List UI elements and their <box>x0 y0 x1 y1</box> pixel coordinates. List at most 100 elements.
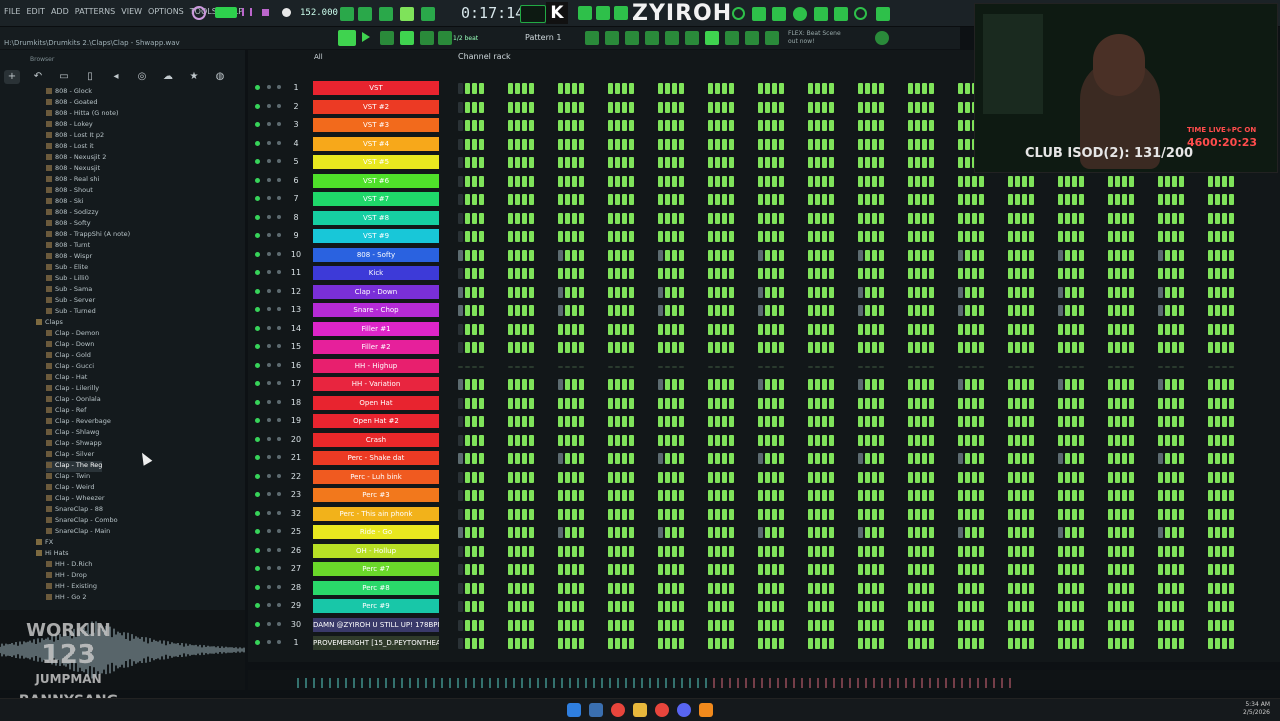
step-button[interactable] <box>522 365 527 368</box>
step-button[interactable] <box>1072 471 1077 483</box>
step-button[interactable] <box>579 416 584 427</box>
step-button[interactable] <box>1008 434 1013 446</box>
step-button[interactable] <box>1029 231 1034 242</box>
step-button[interactable] <box>515 323 520 335</box>
step-button[interactable] <box>615 582 620 594</box>
channel-mute-led[interactable] <box>255 307 260 312</box>
step-button[interactable] <box>679 231 684 242</box>
step-button[interactable] <box>1115 194 1120 205</box>
step-button[interactable] <box>565 120 570 131</box>
step-button[interactable] <box>872 471 877 483</box>
step-button[interactable] <box>479 342 484 353</box>
step-button[interactable] <box>779 527 784 538</box>
mixer-view-icon[interactable] <box>585 31 599 45</box>
step-button[interactable] <box>822 249 827 261</box>
step-button[interactable] <box>672 379 677 390</box>
step-button[interactable] <box>1172 175 1177 187</box>
step-button[interactable] <box>672 305 677 316</box>
step-button[interactable] <box>872 286 877 298</box>
step-button[interactable] <box>829 342 834 353</box>
step-button[interactable] <box>1179 194 1184 205</box>
record-icon[interactable] <box>192 6 206 20</box>
stop-icon[interactable] <box>262 9 269 16</box>
step-button[interactable] <box>515 212 520 224</box>
step-button[interactable] <box>622 471 627 483</box>
step-button[interactable] <box>508 83 513 94</box>
channel-name-button[interactable]: VST #5 <box>313 155 439 169</box>
step-button[interactable] <box>1215 231 1220 242</box>
step-button[interactable] <box>565 416 570 427</box>
pan-knob[interactable] <box>277 196 281 200</box>
mixer-track-number[interactable]: 14 <box>288 324 304 333</box>
step-button[interactable] <box>465 249 470 261</box>
step-button[interactable] <box>665 323 670 335</box>
step-button[interactable] <box>629 527 634 538</box>
step-button[interactable] <box>972 545 977 557</box>
step-button[interactable] <box>1229 453 1234 464</box>
step-button[interactable] <box>765 342 770 353</box>
step-button[interactable] <box>1058 545 1063 557</box>
step-button[interactable] <box>915 471 920 483</box>
step-button[interactable] <box>1165 619 1170 631</box>
step-button[interactable] <box>765 138 770 150</box>
step-button[interactable] <box>615 175 620 187</box>
step-button[interactable] <box>922 379 927 390</box>
step-button[interactable] <box>722 120 727 131</box>
step-button[interactable] <box>608 508 613 520</box>
step-button[interactable] <box>972 582 977 594</box>
step-button[interactable] <box>1008 416 1013 427</box>
step-button[interactable] <box>1179 434 1184 446</box>
step-button[interactable] <box>1215 582 1220 594</box>
step-button[interactable] <box>1029 323 1034 335</box>
step-button[interactable] <box>758 582 763 594</box>
step-button[interactable] <box>1008 365 1013 368</box>
step-button[interactable] <box>1065 305 1070 316</box>
step-button[interactable] <box>572 397 577 409</box>
step-button[interactable] <box>872 564 877 575</box>
step-button[interactable] <box>658 83 663 94</box>
step-button[interactable] <box>1022 305 1027 316</box>
step-button[interactable] <box>1022 194 1027 205</box>
step-button[interactable] <box>629 601 634 612</box>
step-button[interactable] <box>1008 601 1013 612</box>
step-button[interactable] <box>908 365 913 368</box>
step-button[interactable] <box>579 490 584 501</box>
step-button[interactable] <box>829 453 834 464</box>
channel-mute-led[interactable] <box>255 196 260 201</box>
step-button[interactable] <box>472 175 477 187</box>
step-button[interactable] <box>1179 342 1184 353</box>
step-button[interactable] <box>1179 268 1184 279</box>
step-button[interactable] <box>615 249 620 261</box>
step-button[interactable] <box>479 434 484 446</box>
step-button[interactable] <box>672 365 677 368</box>
step-button[interactable] <box>972 508 977 520</box>
step-button[interactable] <box>529 194 534 205</box>
step-button[interactable] <box>558 342 563 353</box>
step-button[interactable] <box>1172 471 1177 483</box>
step-button[interactable] <box>522 564 527 575</box>
step-button[interactable] <box>1215 397 1220 409</box>
step-button[interactable] <box>879 397 884 409</box>
magnet-icon[interactable] <box>380 31 394 45</box>
step-button[interactable] <box>772 231 777 242</box>
channel-mute-led[interactable] <box>255 529 260 534</box>
step-button[interactable] <box>1179 582 1184 594</box>
channel-name-button[interactable]: Perc - Luh bink <box>313 469 439 484</box>
step-button[interactable] <box>608 342 613 353</box>
browser-file[interactable]: HH - Existing <box>46 582 97 593</box>
step-button[interactable] <box>1208 268 1213 279</box>
step-button[interactable] <box>1115 416 1120 427</box>
step-button[interactable] <box>708 83 713 94</box>
step-button[interactable] <box>879 508 884 520</box>
step-button[interactable] <box>622 231 627 242</box>
step-button[interactable] <box>715 508 720 520</box>
step-button[interactable] <box>1172 268 1177 279</box>
plugin-browser-icon[interactable]: ◎ <box>134 70 150 84</box>
browser-file[interactable]: SnareClap - Combo <box>46 516 118 527</box>
step-button[interactable] <box>1215 434 1220 446</box>
step-button[interactable] <box>615 305 620 316</box>
step-button[interactable] <box>758 434 763 446</box>
step-button[interactable] <box>765 286 770 298</box>
step-button[interactable] <box>1229 175 1234 187</box>
step-button[interactable] <box>672 638 677 649</box>
